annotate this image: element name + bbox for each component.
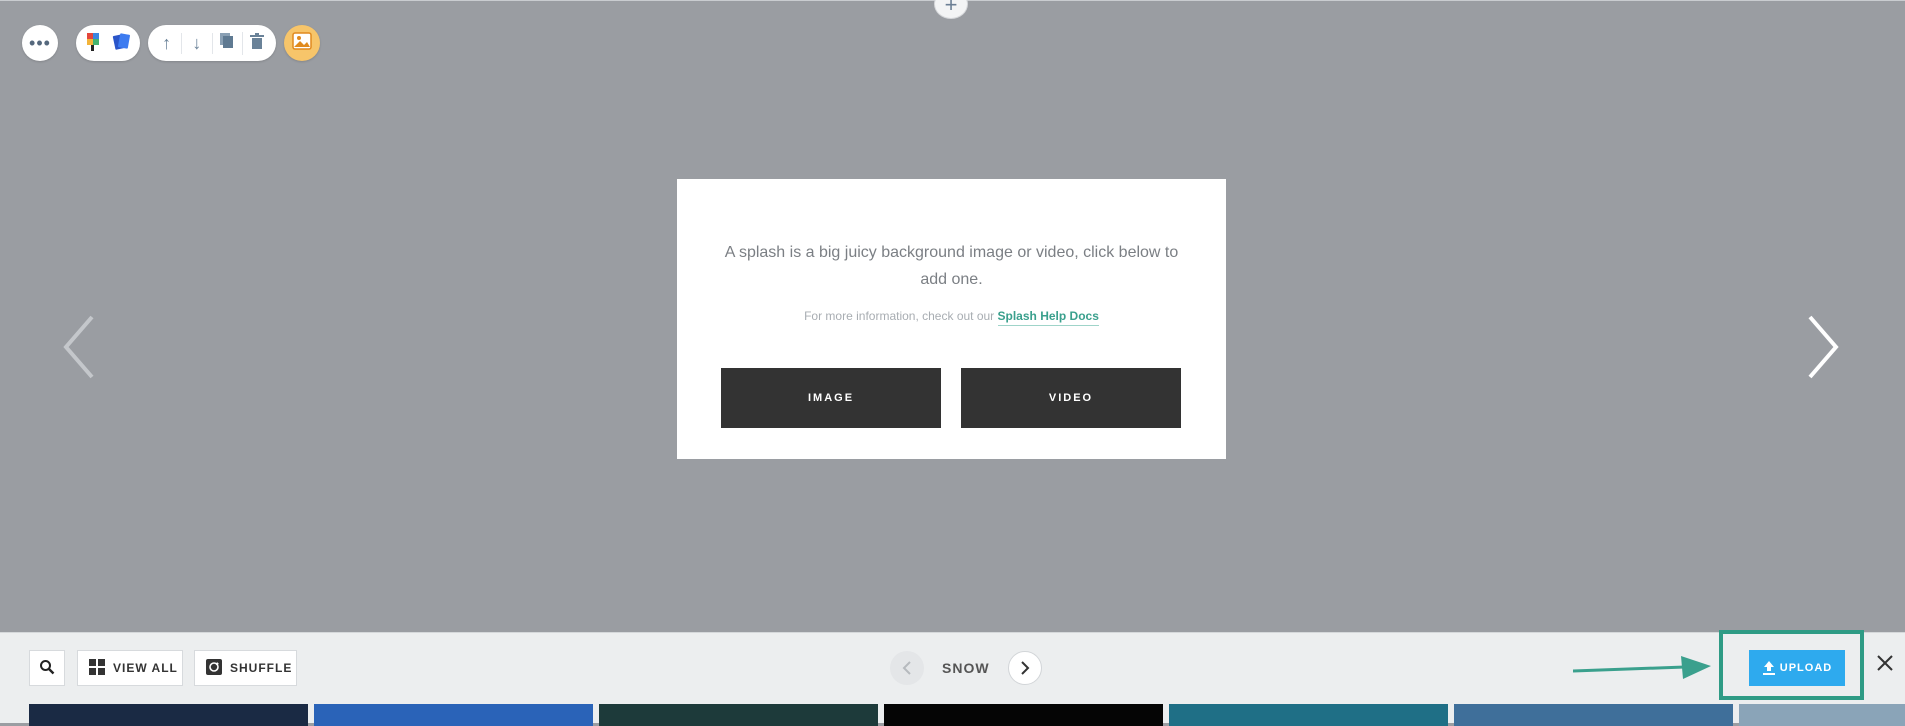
add-section-button[interactable]: + [934,0,968,19]
image-icon [292,31,312,55]
video-button[interactable]: VIDEO [961,368,1181,428]
image-button[interactable]: IMAGE [721,368,941,428]
image-browser-panel: VIEW ALL SHUFFLE SNOW UPLOAD [0,630,1905,726]
upload-label: UPLOAD [1779,662,1833,674]
style-toolbar [76,25,140,61]
help-prefix: For more information, check out our [804,309,995,323]
upload-icon [1762,661,1775,675]
splash-help-docs-link[interactable]: Splash Help Docs [997,309,1099,326]
upload-button[interactable]: UPLOAD [1749,650,1845,686]
section-actions-toolbar: ↑ ↓ [148,25,276,61]
layout-cards-icon[interactable] [110,30,132,57]
shuffle-button[interactable]: SHUFFLE [194,650,297,686]
shuffle-icon [206,658,222,678]
search-icon [39,659,55,678]
view-all-button[interactable]: VIEW ALL [77,650,183,686]
chevron-right-icon [1020,661,1029,675]
splash-description: A splash is a big juicy background image… [724,244,1179,288]
previous-category-button[interactable] [890,651,924,685]
splash-placeholder-card: A splash is a big juicy background image… [677,179,1226,459]
chevron-left-icon [902,661,911,675]
splash-editor-stage: + ••• ↑ ↓ A splash is a big juicy backgr… [0,0,1905,632]
search-button[interactable] [29,650,65,686]
next-slide-arrow[interactable] [1802,311,1842,383]
more-options-button[interactable]: ••• [22,25,58,61]
more-icon: ••• [29,32,51,53]
close-browser-button[interactable] [1876,654,1894,677]
category-switcher: SNOW [890,650,1042,686]
annotation-arrow [1572,655,1713,684]
duplicate-icon[interactable] [213,31,243,55]
close-icon [1877,655,1893,671]
next-category-button[interactable] [1007,651,1042,685]
trash-icon[interactable] [243,32,272,54]
shuffle-label: SHUFFLE [230,661,293,675]
arrow-down-icon[interactable]: ↓ [182,32,213,54]
help-line: For more information, check out our Spla… [677,309,1226,326]
category-name: SNOW [942,660,990,676]
grid-icon [89,658,105,678]
background-image-button[interactable] [284,25,320,61]
previous-slide-arrow[interactable] [60,311,100,383]
arrow-up-icon[interactable]: ↑ [152,32,183,54]
view-all-label: VIEW ALL [113,661,178,675]
paint-roller-icon[interactable] [84,30,106,57]
